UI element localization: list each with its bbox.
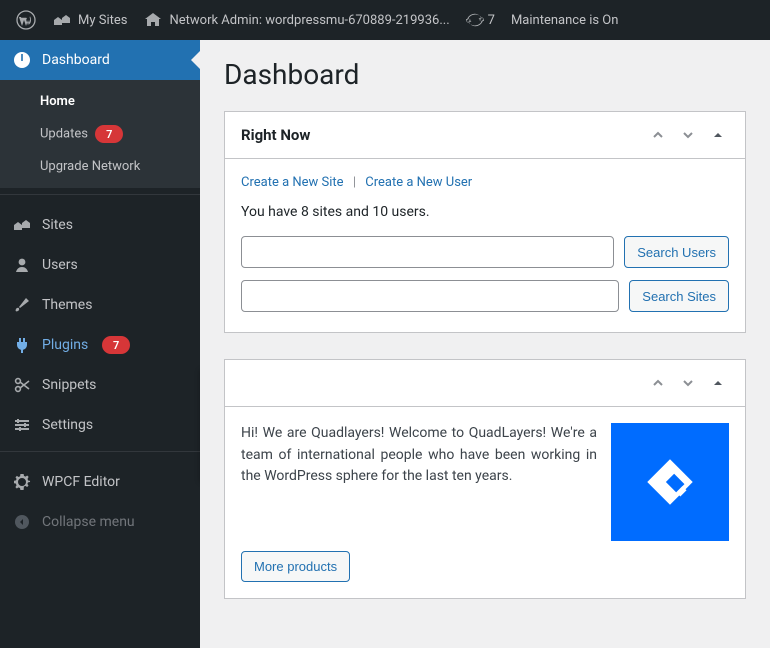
quadlayers-heading [241,374,245,392]
maintenance-link[interactable]: Maintenance is On [503,0,626,40]
sidebar-item-label: Settings [42,417,93,433]
updates-link[interactable]: 7 [458,0,503,40]
menu-separator [0,451,200,462]
collapse-menu[interactable]: Collapse menu [0,502,200,542]
chevron-up-icon [652,129,664,141]
right-now-postbox: Right Now Create a New Site | Create a N… [224,111,746,333]
collapse-icon [12,512,32,532]
sites-icon [12,215,32,235]
sidebar-item-label: Plugins [42,337,88,353]
toggle-panel-button[interactable] [705,370,731,396]
updates-badge: 7 [95,125,123,143]
gear-icon [12,472,32,492]
search-sites-button[interactable]: Search Sites [629,280,729,312]
link-separator: | [353,175,356,190]
sidebar-item-wpcf-editor[interactable]: WPCF Editor [0,462,200,502]
sidebar-item-label: Users [42,257,78,273]
wordpress-icon [16,10,36,30]
sidebar-item-label: Sites [42,217,73,233]
caret-up-icon [712,129,724,141]
chevron-up-icon [652,377,664,389]
plug-icon [12,335,32,355]
submenu-item-updates[interactable]: Updates 7 [0,117,200,151]
sidebar-item-label: WPCF Editor [42,474,120,490]
maintenance-label: Maintenance is On [511,13,618,28]
users-icon [12,255,32,275]
sidebar-item-users[interactable]: Users [0,245,200,285]
sidebar-item-label: Themes [42,297,92,313]
search-users-input[interactable] [241,236,614,268]
move-up-button[interactable] [645,370,671,396]
sliders-icon [12,415,32,435]
menu-separator [0,194,200,205]
plugins-badge: 7 [102,336,130,354]
sidebar-item-label: Dashboard [42,52,110,68]
sidebar-item-plugins[interactable]: Plugins 7 [0,325,200,365]
sidebar-item-dashboard[interactable]: Dashboard [0,40,200,80]
quadlayers-logo-icon [639,451,701,513]
page-title: Dashboard [224,58,746,91]
sites-users-stats: You have 8 sites and 10 users. [241,204,729,220]
my-sites-label: My Sites [78,13,127,28]
wp-logo[interactable] [8,0,44,40]
sidebar-item-label: Collapse menu [42,514,135,530]
move-down-button[interactable] [675,370,701,396]
submenu-item-home[interactable]: Home [0,86,200,117]
updates-count: 7 [488,13,495,28]
chevron-down-icon [682,129,694,141]
home-icon [143,10,163,30]
sidebar-item-sites[interactable]: Sites [0,205,200,245]
create-new-site-link[interactable]: Create a New Site [241,175,344,190]
search-sites-input[interactable] [241,280,619,312]
sidebar-item-themes[interactable]: Themes [0,285,200,325]
network-admin-label: Network Admin: wordpressmu-670889-219936… [169,13,449,28]
search-users-button[interactable]: Search Users [624,236,729,268]
caret-up-icon [712,377,724,389]
chevron-down-icon [682,377,694,389]
houses-icon [52,10,72,30]
dashboard-submenu: Home Updates 7 Upgrade Network [0,80,200,188]
quadlayers-postbox: Hi! We are Quadlayers! Welcome to QuadLa… [224,359,746,599]
right-now-heading: Right Now [241,126,310,144]
refresh-icon [466,11,484,29]
network-admin-link[interactable]: Network Admin: wordpressmu-670889-219936… [135,0,457,40]
move-up-button[interactable] [645,122,671,148]
submenu-item-upgrade-network[interactable]: Upgrade Network [0,151,200,182]
my-sites-link[interactable]: My Sites [44,0,135,40]
more-products-button[interactable]: More products [241,551,350,582]
dashboard-icon [12,50,32,70]
sidebar-item-settings[interactable]: Settings [0,405,200,445]
submenu-label: Updates [40,127,88,142]
toggle-panel-button[interactable] [705,122,731,148]
move-down-button[interactable] [675,122,701,148]
create-new-user-link[interactable]: Create a New User [365,175,472,190]
scissors-icon [12,375,32,395]
brush-icon [12,295,32,315]
quadlayers-logo [611,423,729,541]
sidebar-item-label: Snippets [42,377,96,393]
sidebar-item-snippets[interactable]: Snippets [0,365,200,405]
